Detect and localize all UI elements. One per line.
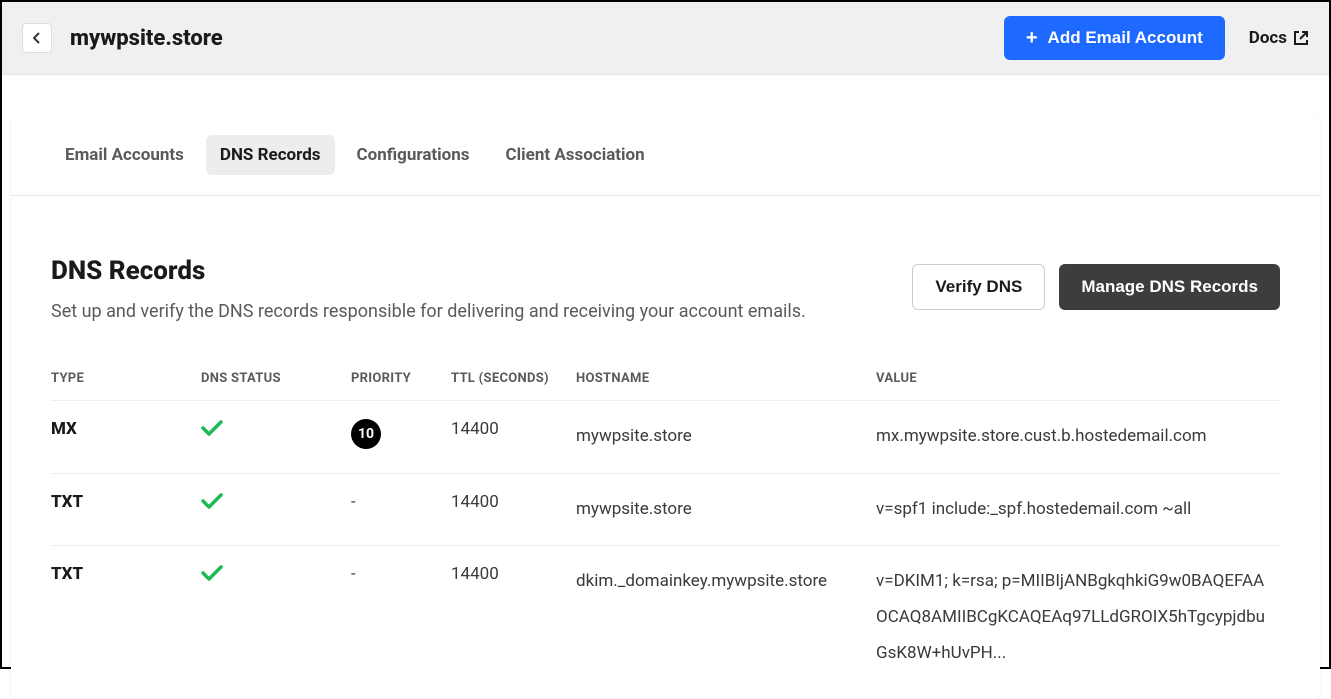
section-title: DNS Records bbox=[51, 256, 806, 286]
cell-status bbox=[201, 473, 351, 546]
cell-hostname: mywpsite.store bbox=[576, 401, 876, 474]
cell-value: v=spf1 include:_spf.hostedemail.com ~all bbox=[876, 473, 1280, 546]
col-header-priority: PRIORITY bbox=[351, 361, 451, 401]
tab-dns-records[interactable]: DNS Records bbox=[206, 135, 335, 175]
section-heading-block: DNS Records Set up and verify the DNS re… bbox=[51, 256, 806, 325]
table-row: MX 10 14400 mywpsite.store mx.mywpsite.s… bbox=[51, 401, 1280, 474]
chevron-left-icon bbox=[33, 32, 41, 44]
plus-icon: + bbox=[1026, 28, 1038, 48]
tab-client-association[interactable]: Client Association bbox=[492, 135, 659, 175]
cell-type: TXT bbox=[51, 546, 201, 690]
external-link-icon bbox=[1293, 30, 1309, 46]
col-header-value: VALUE bbox=[876, 361, 1280, 401]
back-button[interactable] bbox=[22, 23, 52, 53]
cell-type: MX bbox=[51, 401, 201, 474]
top-bar: mywpsite.store + Add Email Account Docs bbox=[2, 2, 1329, 75]
check-icon bbox=[201, 492, 343, 510]
docs-label: Docs bbox=[1249, 28, 1287, 48]
cell-ttl: 14400 bbox=[451, 473, 576, 546]
col-header-status: DNS STATUS bbox=[201, 361, 351, 401]
priority-badge: 10 bbox=[351, 419, 381, 449]
cell-hostname: mywpsite.store bbox=[576, 473, 876, 546]
tab-configurations[interactable]: Configurations bbox=[343, 135, 484, 175]
tab-email-accounts[interactable]: Email Accounts bbox=[51, 135, 198, 175]
cell-ttl: 14400 bbox=[451, 546, 576, 690]
content-card: Email Accounts DNS Records Configuration… bbox=[11, 115, 1320, 699]
cell-hostname: dkim._domainkey.mywpsite.store bbox=[576, 546, 876, 690]
cell-priority: - bbox=[351, 546, 451, 690]
domain-title: mywpsite.store bbox=[70, 26, 1004, 51]
manage-dns-records-button[interactable]: Manage DNS Records bbox=[1059, 264, 1280, 310]
cell-status bbox=[201, 546, 351, 690]
check-icon bbox=[201, 564, 343, 582]
check-icon bbox=[201, 419, 343, 437]
tabs: Email Accounts DNS Records Configuration… bbox=[11, 115, 1320, 196]
table-row: TXT - 14400 dkim._domainkey.mywpsite.sto… bbox=[51, 546, 1280, 690]
col-header-ttl: TTL (SECONDS) bbox=[451, 361, 576, 401]
dns-records-table: TYPE DNS STATUS PRIORITY TTL (SECONDS) H… bbox=[51, 361, 1280, 689]
table-header-row: TYPE DNS STATUS PRIORITY TTL (SECONDS) H… bbox=[51, 361, 1280, 401]
col-header-hostname: HOSTNAME bbox=[576, 361, 876, 401]
cell-status bbox=[201, 401, 351, 474]
cell-ttl: 14400 bbox=[451, 401, 576, 474]
col-header-type: TYPE bbox=[51, 361, 201, 401]
cell-value: mx.mywpsite.store.cust.b.hostedemail.com bbox=[876, 401, 1280, 474]
add-email-account-button[interactable]: + Add Email Account bbox=[1004, 16, 1225, 60]
add-email-label: Add Email Account bbox=[1048, 28, 1203, 48]
cell-priority: - bbox=[351, 473, 451, 546]
docs-link[interactable]: Docs bbox=[1249, 28, 1309, 48]
dns-section: DNS Records Set up and verify the DNS re… bbox=[11, 196, 1320, 699]
cell-type: TXT bbox=[51, 473, 201, 546]
section-description: Set up and verify the DNS records respon… bbox=[51, 298, 806, 325]
table-row: TXT - 14400 mywpsite.store v=spf1 includ… bbox=[51, 473, 1280, 546]
section-actions: Verify DNS Manage DNS Records bbox=[912, 264, 1280, 310]
cell-priority: 10 bbox=[351, 401, 451, 474]
verify-dns-button[interactable]: Verify DNS bbox=[912, 264, 1045, 310]
cell-value: v=DKIM1; k=rsa; p=MIIBIjANBgkqhkiG9w0BAQ… bbox=[876, 546, 1280, 690]
section-header: DNS Records Set up and verify the DNS re… bbox=[51, 256, 1280, 325]
